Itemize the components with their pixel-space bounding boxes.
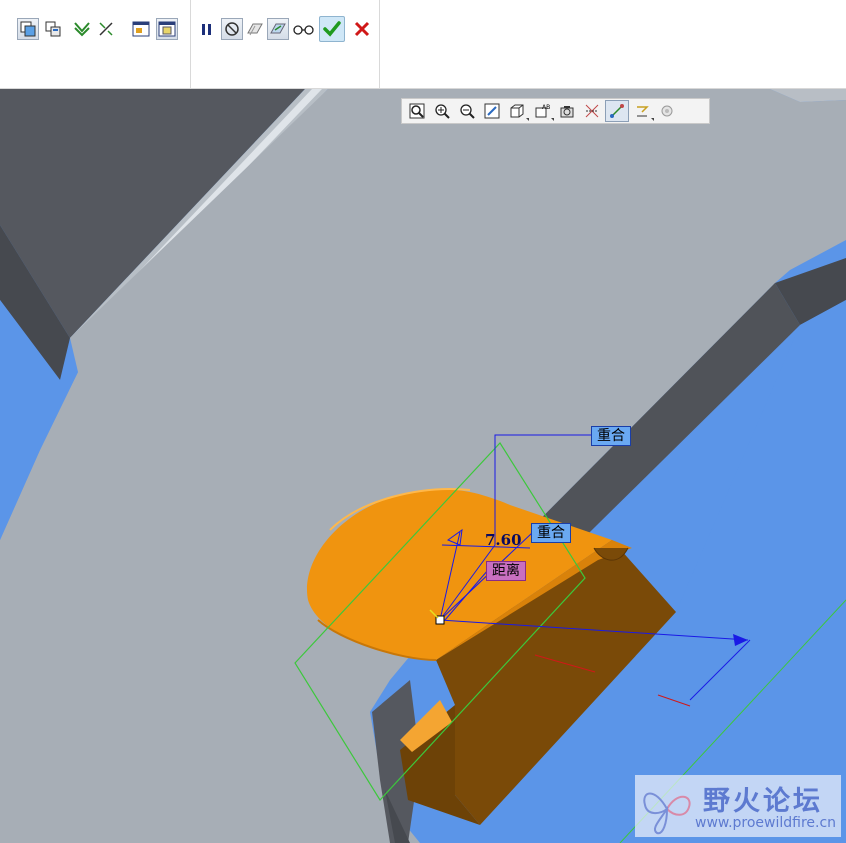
layers-icon[interactable]: [555, 100, 579, 122]
graphics-window[interactable]: AB 重合 重合 距离 7.60 野火论坛 www.proewildfire.c…: [0, 89, 846, 843]
distance-dimension-value[interactable]: 7.60: [485, 531, 522, 549]
constraint-tag-distance[interactable]: 距离: [486, 561, 526, 581]
spin-center-icon[interactable]: [655, 100, 679, 122]
axis-display-icon[interactable]: [605, 100, 629, 122]
accept-icon[interactable]: [319, 16, 345, 42]
datum-display-icon[interactable]: [580, 100, 604, 122]
point-display-icon[interactable]: [630, 100, 654, 122]
separate-window-icon[interactable]: [130, 18, 152, 40]
repaint-icon[interactable]: [480, 100, 504, 122]
move-icon[interactable]: [95, 18, 117, 40]
watermark-title: 野火论坛: [703, 786, 823, 817]
constraint-tag-coincident-2[interactable]: 重合: [531, 523, 571, 543]
forum-watermark: 野火论坛 www.proewildfire.cn: [635, 775, 841, 837]
cancel-icon[interactable]: [351, 18, 373, 40]
assembly-dashboard: [0, 0, 846, 89]
pause-icon[interactable]: [196, 18, 218, 40]
no-constraint-icon[interactable]: [221, 18, 243, 40]
preview-icon[interactable]: [267, 18, 289, 40]
refit-icon[interactable]: [405, 100, 429, 122]
watermark-url: www.proewildfire.cn: [695, 815, 837, 831]
display-style-icon[interactable]: [505, 100, 529, 122]
offset-icon[interactable]: [244, 18, 266, 40]
zoom-out-icon[interactable]: [455, 100, 479, 122]
view-toolbar: AB: [401, 98, 710, 124]
pick-placement-icon[interactable]: [17, 18, 39, 40]
main-window-icon[interactable]: [156, 18, 178, 40]
component-window-icon[interactable]: [42, 18, 64, 40]
constraint-tag-coincident-1[interactable]: 重合: [591, 426, 631, 446]
model-scene: [0, 89, 846, 843]
glasses-icon[interactable]: [293, 18, 315, 40]
svg-text:AB: AB: [542, 104, 550, 111]
zoom-in-icon[interactable]: [430, 100, 454, 122]
constraint-icon[interactable]: [71, 18, 93, 40]
butterfly-logo-icon: [643, 792, 691, 835]
saved-views-icon[interactable]: AB: [530, 100, 554, 122]
